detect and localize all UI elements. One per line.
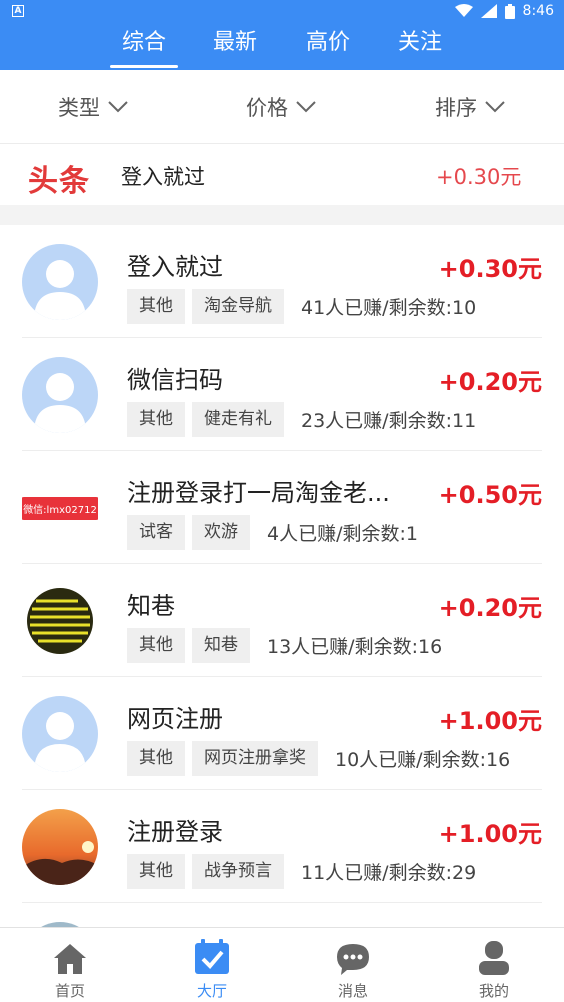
task-name: 知巷 <box>127 592 175 620</box>
nav-hall[interactable]: 大厅 <box>172 936 252 1001</box>
task-name: 注册登录 <box>127 818 223 846</box>
top-header: A 8:46 综合 最新 高价 关注 <box>0 0 564 70</box>
chevron-down-icon <box>485 101 505 113</box>
task-name: 网页注册 <box>127 705 223 733</box>
banner-price: +0.30元 <box>436 165 522 189</box>
task-item[interactable]: 知巷 +0.20元 其他 知巷 13人已赚/剩余数:16 <box>0 564 564 677</box>
task-tag: 其他 <box>127 289 185 324</box>
tab-latest[interactable]: 最新 <box>213 26 257 70</box>
task-price: +1.00元 <box>438 707 542 735</box>
task-tag: 其他 <box>127 402 185 437</box>
task-item[interactable]: 微信扫码 +0.20元 其他 健走有礼 23人已赚/剩余数:11 <box>0 338 564 451</box>
task-stat: 4人已赚/剩余数:1 <box>267 523 418 545</box>
home-icon <box>54 944 86 974</box>
notification-badge: A <box>12 5 24 17</box>
toutiao-logo: 头条 <box>28 164 90 199</box>
filter-price-label: 价格 <box>246 96 288 120</box>
default-avatar <box>22 357 98 433</box>
task-price: +0.50元 <box>438 481 542 509</box>
task-stat: 41人已赚/剩余数:10 <box>301 297 477 319</box>
wechat-id-text: 微信:lmx02712 <box>22 496 98 520</box>
nav-home[interactable]: 首页 <box>30 936 110 1001</box>
status-time: 8:46 <box>522 3 554 19</box>
status-bar: A 8:46 <box>0 0 564 24</box>
task-stat: 23人已赚/剩余数:11 <box>301 410 477 432</box>
task-price: +0.30元 <box>438 255 542 283</box>
chevron-down-icon <box>108 101 128 113</box>
nav-mine[interactable]: 我的 <box>454 936 534 1001</box>
task-tag: 欢游 <box>192 515 250 550</box>
tab-bar: 综合 最新 高价 关注 <box>0 26 564 70</box>
nav-messages[interactable]: 消息 <box>313 936 393 1001</box>
tab-comprehensive[interactable]: 综合 <box>109 26 179 70</box>
banner-title: 登入就过 <box>121 165 205 189</box>
task-price: +0.20元 <box>438 368 542 396</box>
task-tag: 其他 <box>127 854 185 889</box>
task-tag: 知巷 <box>192 628 250 663</box>
nav-hall-label: 大厅 <box>196 982 227 1000</box>
task-item[interactable]: 注册登录 +1.00元 其他 战争预言 11人已赚/剩余数:29 <box>0 790 564 903</box>
battery-icon <box>504 3 515 19</box>
task-tag: 其他 <box>127 741 185 776</box>
filter-sort-label: 排序 <box>435 96 477 120</box>
calendar-check-icon <box>195 939 229 974</box>
sunset-avatar <box>22 809 98 885</box>
task-tag: 健走有礼 <box>192 402 284 437</box>
task-name: 微信扫码 <box>127 366 223 394</box>
wifi-icon <box>454 4 473 17</box>
task-stat: 10人已赚/剩余数:16 <box>335 749 511 771</box>
task-item-partial[interactable] <box>0 903 564 927</box>
task-price: +0.20元 <box>438 594 542 622</box>
task-item[interactable]: 登入就过 +0.30元 其他 淘金导航 41人已赚/剩余数:10 <box>0 225 564 338</box>
status-icons: 8:46 <box>454 3 554 19</box>
chat-bubble-icon <box>337 944 369 975</box>
task-name: 注册登录打一局淘金老... <box>127 479 390 507</box>
filter-sort[interactable]: 排序 <box>435 92 505 122</box>
task-tag: 其他 <box>127 628 185 663</box>
task-item[interactable]: 微信:lmx02712 注册登录打一局淘金老... +0.50元 试客 欢游 4… <box>0 451 564 564</box>
task-tag: 网页注册拿奖 <box>192 741 318 776</box>
signal-icon <box>480 4 497 18</box>
filter-price[interactable]: 价格 <box>246 92 316 122</box>
nav-mine-label: 我的 <box>478 982 509 1000</box>
task-stat: 11人已赚/剩余数:29 <box>301 862 477 884</box>
filter-type[interactable]: 类型 <box>58 92 128 122</box>
filter-type-label: 类型 <box>58 96 100 120</box>
poster-avatar <box>22 583 98 659</box>
filter-bar: 类型 价格 排序 <box>0 70 564 144</box>
task-tag: 淘金导航 <box>192 289 284 324</box>
chevron-down-icon <box>296 101 316 113</box>
bottom-nav: 首页 大厅 消息 我的 <box>0 927 564 1002</box>
task-item[interactable]: 网页注册 +1.00元 其他 网页注册拿奖 10人已赚/剩余数:16 <box>0 677 564 790</box>
tab-following[interactable]: 关注 <box>398 26 442 70</box>
task-list: 登入就过 +0.30元 其他 淘金导航 41人已赚/剩余数:10 微信扫码 +0… <box>0 225 564 927</box>
task-name: 登入就过 <box>127 253 223 281</box>
wechat-id-avatar: 微信:lmx02712 <box>22 470 98 546</box>
default-avatar <box>22 244 98 320</box>
nav-home-label: 首页 <box>54 982 85 1000</box>
nav-messages-label: 消息 <box>337 982 368 1000</box>
featured-banner[interactable]: 头条 登入就过 +0.30元 <box>0 145 564 205</box>
task-price: +1.00元 <box>438 820 542 848</box>
tab-high-price[interactable]: 高价 <box>306 26 350 70</box>
section-gap <box>0 205 564 225</box>
default-avatar <box>22 696 98 772</box>
task-tag: 战争预言 <box>192 854 284 889</box>
task-tag: 试客 <box>127 515 185 550</box>
task-stat: 13人已赚/剩余数:16 <box>267 636 443 658</box>
user-icon <box>479 941 509 975</box>
